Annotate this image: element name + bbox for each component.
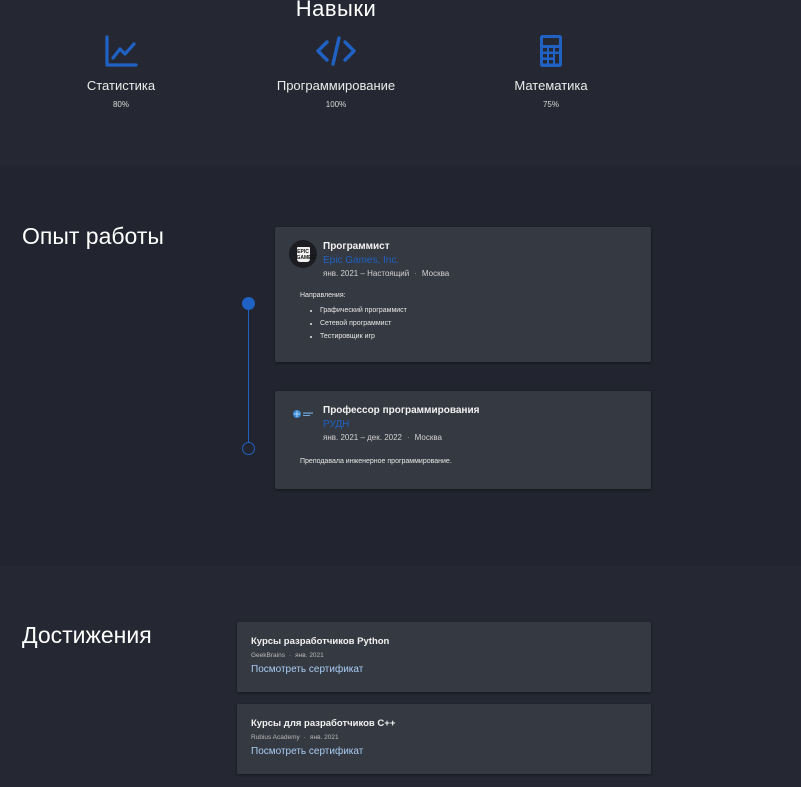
company-logo: EPIC GAMES <box>289 240 317 268</box>
skill-name: Статистика <box>86 78 156 93</box>
timeline-dot-past <box>242 442 255 455</box>
list-item: Тестировщик игр <box>320 330 407 343</box>
meta-separator: · <box>288 652 292 659</box>
skill-percent: 75% <box>542 100 559 109</box>
achievement-date: янв. 2021 <box>309 734 339 741</box>
job-card: EPIC GAMES Программист Epic Games, Inc. я… <box>275 227 651 362</box>
achievement-card: Курсы разработчиков Python GeekBrains · ян… <box>237 622 651 692</box>
job-period: янв. 2021 – дек. 2022 <box>323 433 402 442</box>
job-period: янв. 2021 – Настоящий <box>323 269 410 278</box>
timeline-dot-current <box>242 297 255 310</box>
achievement-date: янв. 2021 <box>295 652 324 659</box>
achievement-issuer: GeekBrains <box>251 652 285 659</box>
meta-separator: · <box>303 734 306 741</box>
skills-section: Навыки Статистика 80% Программирование 1… <box>0 0 801 166</box>
university-logo-icon <box>291 407 315 419</box>
list-item: Графический программист <box>320 304 407 317</box>
job-company-link[interactable]: РУДН <box>323 419 349 431</box>
job-title: Программист <box>323 241 390 252</box>
meta-separator: · <box>407 433 410 442</box>
view-certificate-link[interactable]: Посмотреть сертификат <box>251 664 363 676</box>
experience-section: Опыт работы EPIC GAMES Программист Epic G… <box>0 166 801 566</box>
skill-statistics: Статистика 80% <box>21 34 221 110</box>
timeline-line <box>248 310 249 450</box>
skill-programming: Программирование 100% <box>236 34 436 110</box>
achievement-meta: Rubius Academy · янв. 2021 <box>251 734 339 742</box>
job-location: Москва <box>421 269 450 278</box>
epic-games-logo-icon: EPIC GAMES <box>296 246 315 262</box>
job-location: Москва <box>414 433 442 442</box>
job-description-label: Направления: <box>300 292 346 299</box>
chart-line-icon <box>104 34 138 68</box>
achievement-meta: GeekBrains · янв. 2021 <box>251 652 324 660</box>
skill-percent: 100% <box>325 100 347 109</box>
skills-heading: Навыки <box>295 0 377 21</box>
job-company-link[interactable]: Epic Games, Inc. <box>323 255 399 267</box>
skill-math: Математика 75% <box>451 34 651 110</box>
calculator-icon <box>534 34 568 68</box>
achievement-card: Курсы для разработчиков С++ Rubius Acade… <box>237 704 651 774</box>
view-certificate-link[interactable]: Посмотреть сертификат <box>251 746 363 758</box>
job-duties-list: Графический программист Сетевой программ… <box>320 304 407 343</box>
meta-separator: · <box>414 269 417 278</box>
skill-percent: 80% <box>112 100 129 109</box>
experience-heading: Опыт работы <box>22 223 164 249</box>
achievement-title: Курсы разработчиков Python <box>251 636 390 647</box>
code-icon <box>315 34 357 68</box>
job-description: Преподавала инженерное программирование. <box>300 458 452 465</box>
skill-name: Математика <box>514 78 588 93</box>
job-card: Профессор программирования РУДН янв. 202… <box>275 391 651 489</box>
job-meta: янв. 2021 – Настоящий · Москва <box>323 269 449 279</box>
list-item: Сетевой программист <box>320 317 407 330</box>
achievements-section: Достижения Курсы разработчиков Python Ge… <box>0 566 801 787</box>
achievement-title: Курсы для разработчиков С++ <box>251 718 396 729</box>
job-meta: янв. 2021 – дек. 2022 · Москва <box>323 433 442 443</box>
achievements-heading: Достижения <box>22 622 152 648</box>
skill-name: Программирование <box>276 78 396 93</box>
job-title: Профессор программирования <box>323 405 480 416</box>
achievement-issuer: Rubius Academy <box>251 734 300 741</box>
